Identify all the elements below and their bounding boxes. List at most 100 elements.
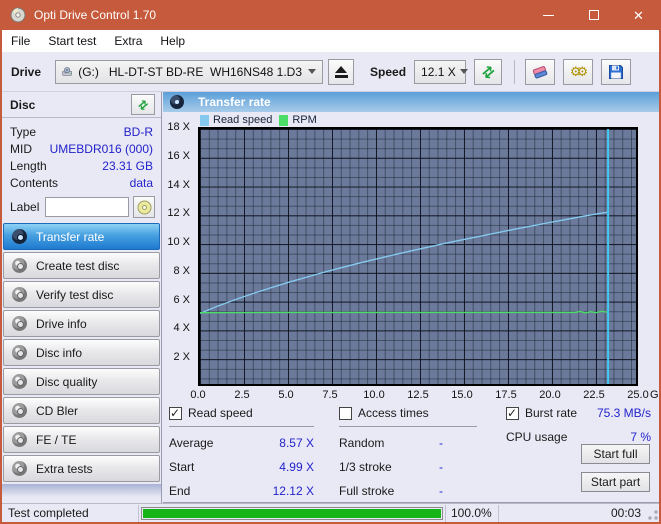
burst-rate-checkbox[interactable] [506, 407, 519, 420]
sidebar-nav: Transfer rate Create test disc Verify te… [2, 222, 161, 482]
drive-icon [62, 64, 72, 79]
cd-icon [137, 200, 152, 215]
menu-start-test[interactable]: Start test [39, 31, 105, 51]
disc-label-row: Label [2, 194, 161, 222]
average-value: 8.57 X [279, 436, 314, 451]
sidebar-item-label: CD Bler [36, 404, 78, 418]
access-times-checkbox[interactable] [339, 407, 352, 420]
elapsed-time: 00:03 [517, 506, 647, 520]
start-part-button[interactable]: Start part [581, 472, 650, 492]
menu-file[interactable]: File [2, 31, 39, 51]
refresh-icon: ⇄ [477, 61, 498, 83]
sidebar-item-drive-info[interactable]: Drive info [3, 310, 160, 337]
disc-length-label: Length [10, 158, 47, 175]
refresh-disc-button[interactable]: ⇄ [131, 94, 155, 115]
access-times-column: Access times Random - 1/3 stroke - Full … [339, 405, 477, 499]
menu-help[interactable]: Help [151, 31, 194, 51]
sidebar-item-fe-te[interactable]: FE / TE [3, 426, 160, 453]
sidebar-item-verify-test-disc[interactable]: Verify test disc [3, 281, 160, 308]
sidebar-item-transfer-rate[interactable]: Transfer rate [3, 223, 160, 250]
progress-percent: 100.0% [446, 506, 498, 520]
disc-type-label: Type [10, 124, 36, 141]
legend-swatch-rpm [279, 115, 288, 126]
disc-mid-row: MID UMEBDR016 (000) [10, 141, 153, 158]
one-third-stroke-row: 1/3 stroke - [339, 460, 477, 475]
toolbar-separator [514, 60, 515, 84]
full-stroke-row: Full stroke - [339, 484, 477, 499]
toolbar: Drive (G:) HL-DT-ST BD-RE WH16NS48 1.D3 … [2, 52, 659, 92]
maximize-button[interactable] [571, 0, 616, 30]
start-row: Start 4.99 X [169, 460, 314, 475]
read-speed-column: Read speed Average 8.57 X Start 4.99 X E… [169, 405, 314, 499]
statusbar: Test completed 100.0% 00:03 [2, 503, 659, 522]
minimize-icon [543, 15, 554, 16]
refresh-speeds-button[interactable]: ⇄ [474, 59, 502, 85]
maximize-icon [589, 10, 599, 20]
sidebar-item-extra-tests[interactable]: Extra tests [3, 455, 160, 482]
read-speed-checkbox[interactable] [169, 407, 182, 420]
refresh-icon: ⇄ [135, 96, 152, 113]
eject-button[interactable] [328, 59, 354, 85]
results-panel: Read speed Average 8.57 X Start 4.99 X E… [163, 402, 661, 503]
chart-legend: Read speed RPM [200, 114, 324, 126]
disc-label-input[interactable] [45, 197, 129, 217]
end-value: 12.12 X [273, 484, 314, 499]
disc-contents-value[interactable]: data [130, 175, 153, 192]
sidebar-item-cd-bler[interactable]: CD Bler [3, 397, 160, 424]
disc-icon [12, 258, 27, 273]
disc-header-label: Disc [10, 98, 35, 112]
disc-icon [12, 403, 27, 418]
erase-disc-button[interactable] [525, 59, 555, 85]
cpu-usage-value: 7 % [630, 430, 651, 445]
sidebar-item-label: FE / TE [36, 433, 76, 447]
disc-icon [12, 461, 27, 476]
drive-select[interactable]: (G:) HL-DT-ST BD-RE WH16NS48 1.D3 [55, 60, 323, 84]
app-window: Opti Drive Control 1.70 ✕ File Start tes… [0, 0, 661, 524]
drive-label: Drive [11, 65, 41, 79]
save-button[interactable] [601, 59, 631, 85]
close-button[interactable]: ✕ [616, 0, 661, 30]
random-value: - [439, 436, 443, 451]
gears-icon: ⚙⚙ [573, 64, 583, 80]
titlebar[interactable]: Opti Drive Control 1.70 ✕ [0, 0, 661, 30]
transfer-rate-chart[interactable] [198, 127, 638, 386]
sidebar-item-label: Transfer rate [36, 230, 104, 244]
access-times-label: Access times [358, 406, 429, 420]
window-title: Opti Drive Control 1.70 [34, 8, 156, 22]
cpu-usage-row: CPU usage 7 % [506, 430, 651, 445]
y-axis-labels: 18 X16 X14 X12 X10 X8 X6 X4 X2 X [163, 92, 194, 392]
sidebar-item-create-test-disc[interactable]: Create test disc [3, 252, 160, 279]
settings-button[interactable]: ⚙⚙ [563, 59, 593, 85]
menu-extra[interactable]: Extra [105, 31, 151, 51]
write-label-button[interactable] [133, 196, 155, 218]
panel-title: Transfer rate [198, 95, 271, 109]
resize-grip-icon[interactable] [647, 509, 659, 521]
disc-length-value: 23.31 GB [102, 158, 153, 175]
disc-icon [12, 374, 27, 389]
legend-read-speed: Read speed [200, 114, 272, 126]
disc-mid-value: UMEBDR016 (000) [50, 141, 153, 158]
eraser-icon [531, 64, 549, 80]
sidebar-item-label: Verify test disc [36, 288, 113, 302]
sidebar-item-label: Drive info [36, 317, 87, 331]
disc-icon [12, 316, 27, 331]
speed-label: Speed [370, 65, 406, 79]
chevron-down-icon [308, 69, 316, 74]
app-icon [10, 7, 26, 23]
one-third-stroke-value: - [439, 460, 443, 475]
sidebar-item-label: Create test disc [36, 259, 119, 273]
sidebar: Disc ⇄ Type BD-R MID UMEBDR016 (000) Len… [2, 92, 162, 503]
eject-icon [335, 66, 347, 73]
random-row: Random - [339, 436, 477, 451]
start-full-button[interactable]: Start full [581, 444, 650, 464]
speed-select[interactable]: 12.1 X [414, 60, 466, 84]
minimize-button[interactable] [526, 0, 571, 30]
disc-mid-label: MID [10, 141, 32, 158]
start-value: 4.99 X [279, 460, 314, 475]
sidebar-item-label: Extra tests [36, 462, 93, 476]
sidebar-item-disc-info[interactable]: Disc info [3, 339, 160, 366]
full-stroke-value: - [439, 484, 443, 499]
sidebar-item-disc-quality[interactable]: Disc quality [3, 368, 160, 395]
chart-series [200, 129, 636, 384]
disc-icon [12, 287, 27, 302]
